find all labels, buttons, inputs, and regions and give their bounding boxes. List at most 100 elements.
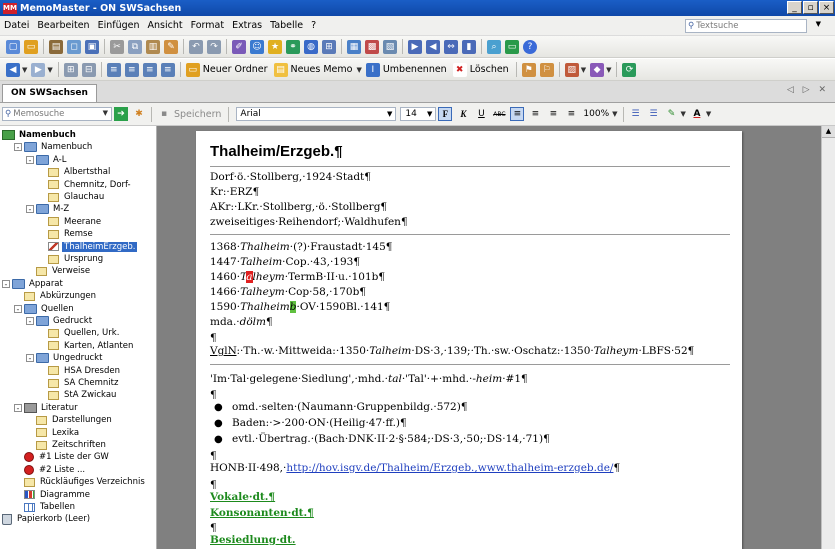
tree-item[interactable]: Meerane — [38, 216, 103, 228]
delete-icon[interactable]: ✖ — [452, 62, 467, 77]
link-vokale[interactable]: Vokale·dt.¶ — [210, 491, 275, 503]
delete-button[interactable]: Löschen — [470, 64, 509, 75]
preview-icon[interactable]: ◻ — [67, 39, 81, 54]
new-folder-icon[interactable]: ▭ — [185, 62, 200, 77]
star-options-icon[interactable]: ✱ — [132, 107, 146, 121]
menu-einfuegen[interactable]: Einfügen — [94, 20, 144, 31]
sync-icon[interactable]: ⟳ — [622, 62, 637, 77]
underline-button[interactable]: U — [474, 107, 488, 121]
document-page[interactable]: Thalheim/Erzgeb.¶ Dorf·ö.·Stollberg,·192… — [196, 131, 742, 549]
collapse-toggle-icon[interactable]: - — [26, 317, 34, 326]
tree-item[interactable]: Karten, Atlanten — [38, 340, 135, 352]
tree-item[interactable]: - M-Z — [26, 203, 71, 215]
menu-format[interactable]: Format — [187, 20, 228, 31]
tree-item[interactable]: Tabellen — [14, 501, 77, 513]
tree-item[interactable]: - Literatur — [14, 402, 80, 414]
tree-item[interactable]: #2 Liste ... — [14, 464, 87, 476]
tree-item[interactable]: Albertsthal — [38, 166, 112, 178]
help-icon[interactable]: ? — [523, 39, 537, 54]
align-justify-button[interactable]: ≡ — [564, 107, 578, 121]
minimize-button[interactable]: _ — [787, 1, 802, 14]
font-color-dropdown-icon[interactable]: ▼ — [706, 110, 711, 118]
tree-collapse-icon[interactable]: ⊟ — [81, 62, 96, 77]
close-button[interactable]: × — [819, 1, 834, 14]
tree-item[interactable]: Diagramme — [14, 489, 92, 501]
tree-item[interactable]: Glauchau — [38, 191, 106, 203]
collapse-toggle-icon[interactable]: - — [14, 304, 22, 313]
tree-item[interactable]: - Quellen — [14, 303, 76, 315]
undo-icon[interactable]: ↶ — [189, 39, 203, 54]
forward-dropdown-icon[interactable]: ▼ — [47, 66, 52, 74]
link-icon[interactable]: ⚭ — [286, 39, 300, 54]
restore-button[interactable]: ▫ — [803, 1, 818, 14]
new-memo-dropdown-icon[interactable]: ▼ — [356, 66, 361, 74]
chart-icon[interactable]: ▮ — [462, 39, 476, 54]
outdent-icon[interactable]: ≡ — [124, 62, 139, 77]
tree-item[interactable]: - Namenbuch — [14, 141, 94, 153]
tree-item[interactable]: Remse — [38, 228, 95, 240]
highlight-pen-icon[interactable]: ✎ — [665, 107, 679, 121]
font-dropdown-icon[interactable]: ▼ — [387, 108, 392, 120]
attach-dropdown-icon[interactable]: ▼ — [581, 66, 586, 74]
scroll-up-icon[interactable]: ▲ — [822, 126, 835, 138]
tree-item[interactable]: StA Zwickau — [38, 389, 118, 401]
table-icon[interactable]: ▦ — [347, 39, 361, 54]
menu-bearbeiten[interactable]: Bearbeiten — [33, 20, 93, 31]
align-right-button[interactable]: ≡ — [546, 107, 560, 121]
collapse-toggle-icon[interactable]: - — [26, 205, 34, 214]
tree-item[interactable]: Papierkorb (Leer) — [2, 513, 92, 525]
font-color-icon[interactable]: A — [690, 107, 704, 121]
memo-link[interactable]: Besiedlung·dt. — [210, 534, 296, 546]
tree-item[interactable]: - Gedruckt — [26, 315, 94, 327]
zoom-level[interactable]: 100% — [583, 109, 609, 119]
highlight-dropdown-icon[interactable]: ▼ — [681, 110, 686, 118]
memo-search-dropdown-icon[interactable]: ▼ — [103, 109, 108, 117]
tree-item[interactable]: Ursprung — [38, 253, 105, 265]
vertical-scrollbar[interactable]: ▲ — [821, 126, 835, 549]
paste-icon[interactable]: ▥ — [146, 39, 160, 54]
flag-icon[interactable]: ⚑ — [521, 62, 536, 77]
rename-button[interactable]: Umbenennen — [383, 64, 447, 75]
insert-object-icon[interactable]: ⊞ — [322, 39, 336, 54]
redo-icon[interactable]: ↷ — [207, 39, 221, 54]
menu-datei[interactable]: Datei — [0, 20, 33, 31]
save-icon[interactable]: ▪ — [157, 107, 171, 121]
bold-button[interactable]: F — [438, 107, 453, 121]
tree-item[interactable]: HSA Dresden — [38, 365, 122, 377]
memo-tree[interactable]: Namenbuch - Namenbuch - A-L Albertsthal Chemni… — [0, 126, 157, 549]
collapse-toggle-icon[interactable]: - — [14, 403, 22, 412]
memo-search-input[interactable]: ⚲ Memosuche ▼ — [2, 107, 112, 121]
collapse-toggle-icon[interactable]: - — [26, 155, 34, 164]
tree-item[interactable]: - A-L — [26, 154, 68, 166]
user-icon[interactable]: ☺ — [250, 39, 264, 54]
go-arrow-icon[interactable]: ➔ — [114, 107, 128, 121]
align-left-button[interactable]: ≡ — [510, 107, 525, 121]
tree-item[interactable]: Darstellungen — [26, 414, 114, 426]
menu-ansicht[interactable]: Ansicht — [144, 20, 187, 31]
tree-item[interactable]: Quellen, Urk. — [38, 327, 121, 339]
cut-icon[interactable]: ✂ — [110, 39, 124, 54]
bullet-list-icon[interactable]: ☰ — [647, 107, 661, 121]
merge-icon[interactable]: ⇔ — [444, 39, 458, 54]
collapse-toggle-icon[interactable]: - — [26, 354, 34, 363]
tree-item[interactable]: - Apparat — [2, 278, 65, 290]
tree-item[interactable]: Lexika — [26, 427, 81, 439]
link-konsonanten[interactable]: Konsonanten·dt.¶ — [210, 507, 314, 519]
tree-item[interactable]: Chemnitz, Dorf- — [38, 179, 133, 191]
move-left-icon[interactable]: ◀ — [426, 39, 440, 54]
font-size-dropdown-icon[interactable]: ▼ — [427, 108, 432, 120]
tree-item[interactable]: Rückläufiges Verzeichnis — [14, 476, 147, 488]
tree-item[interactable]: #1 Liste der GW — [14, 451, 111, 463]
tree-item[interactable]: SA Chemnitz — [38, 377, 120, 389]
color-icon[interactable]: ◆ — [590, 62, 605, 77]
tab-scroll-arrows-icon[interactable]: ◁ ▷ ✕ — [787, 85, 829, 95]
indent-icon[interactable]: ≡ — [106, 62, 121, 77]
memo-link[interactable]: Vokale·dt.¶ — [210, 491, 275, 503]
collapse-toggle-icon[interactable]: - — [2, 279, 10, 288]
flag-remove-icon[interactable]: ⚐ — [539, 62, 554, 77]
tree-item[interactable]: Namenbuch — [2, 129, 78, 141]
move-up-icon[interactable]: ≡ — [142, 62, 157, 77]
save-button[interactable]: Speichern — [174, 109, 221, 120]
italic-button[interactable]: K — [456, 107, 470, 121]
search-dropdown-icon[interactable]: ▼ — [816, 20, 821, 28]
